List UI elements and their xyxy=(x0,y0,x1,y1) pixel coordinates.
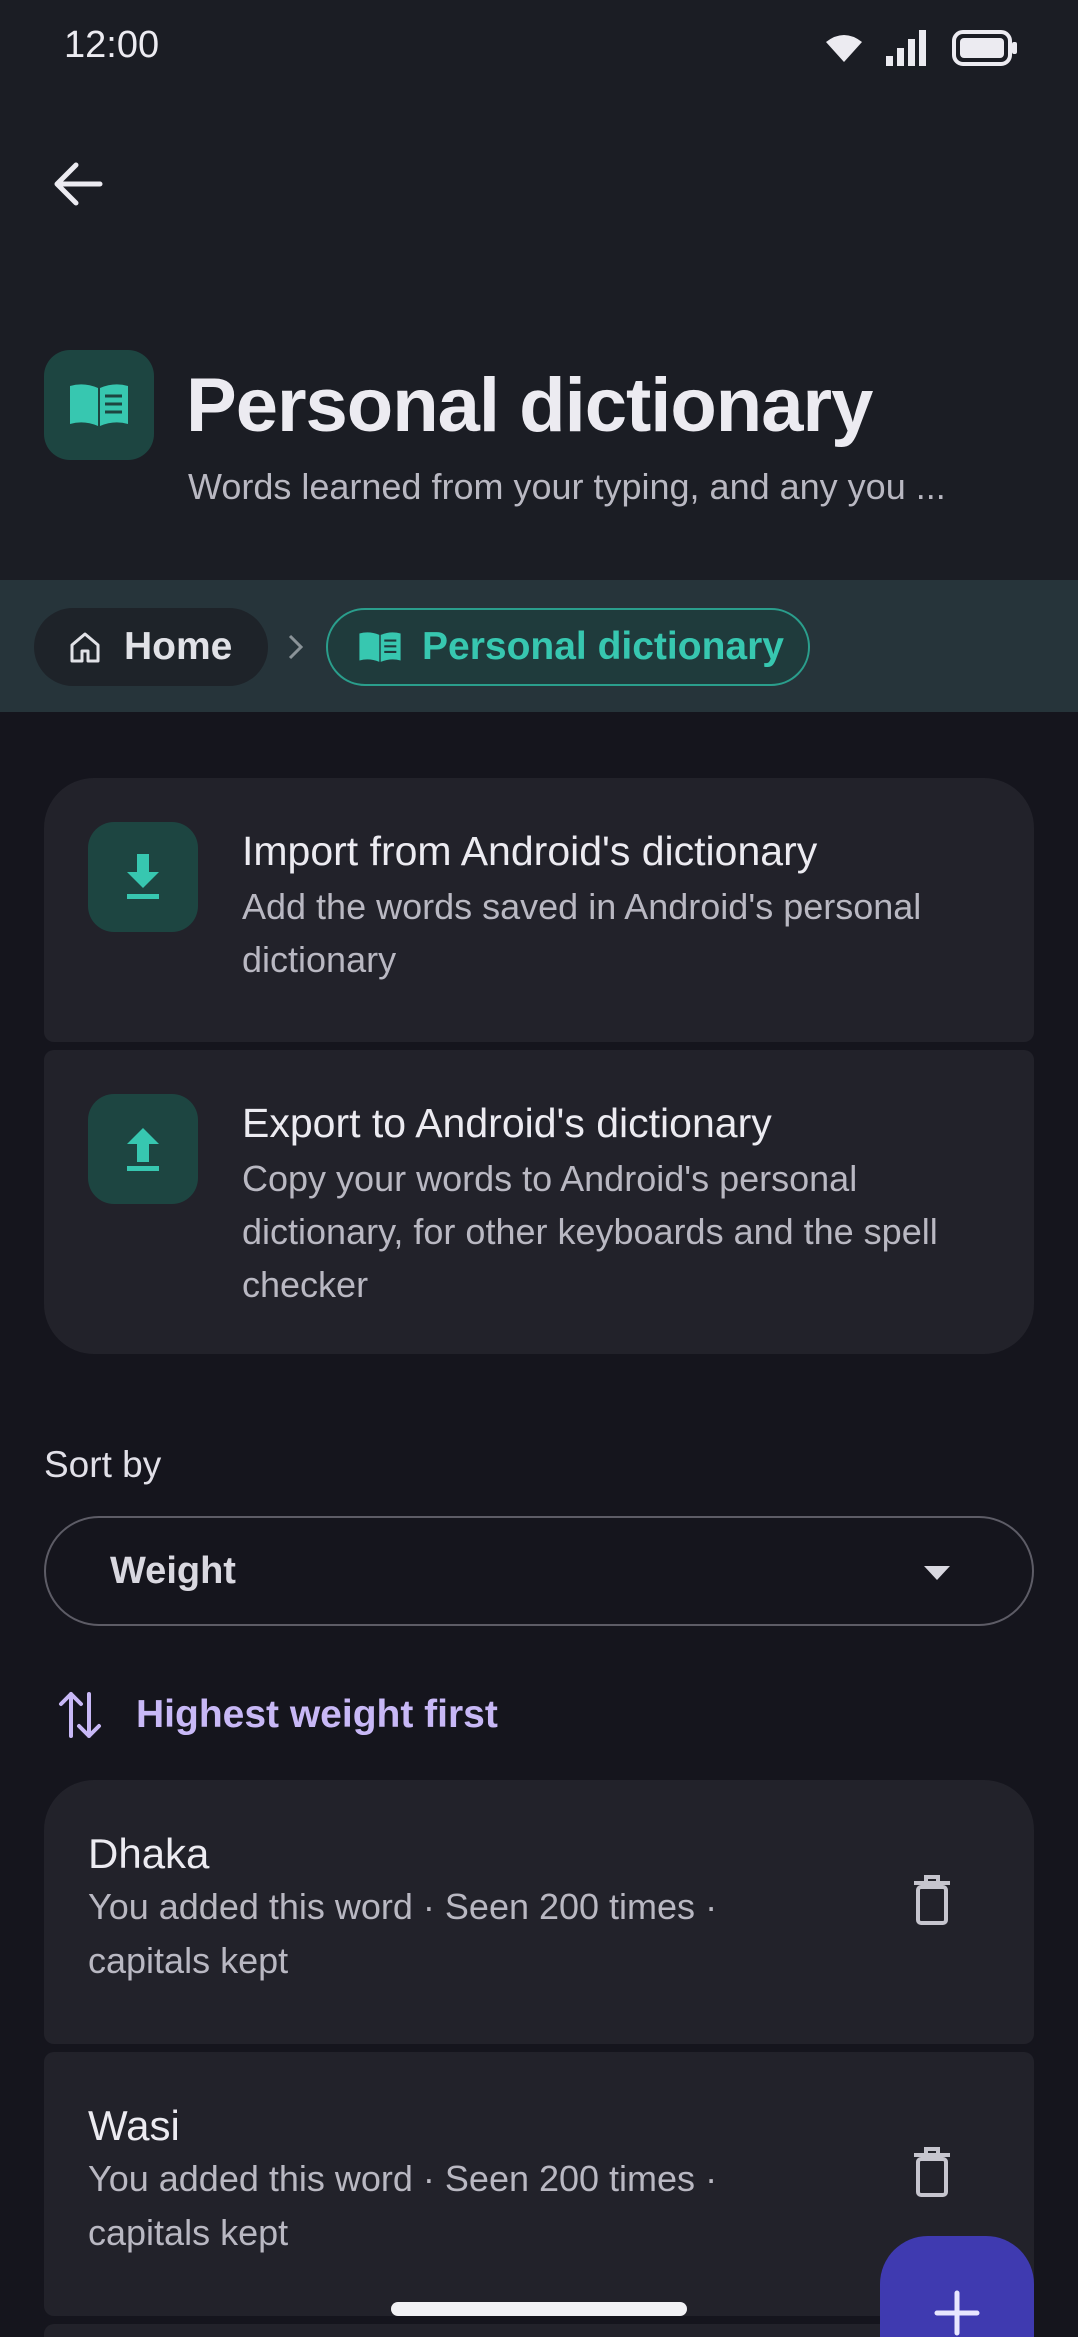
sort-by-label: Sort by xyxy=(44,1444,162,1485)
export-title: Export to Android's dictionary xyxy=(242,1100,772,1146)
breadcrumb-current-label: Personal dictionary xyxy=(422,625,784,668)
battery-icon xyxy=(952,30,1017,66)
book-icon xyxy=(70,384,128,426)
word-item-dhaka[interactable]: Dhaka You added this word · Seen 200 tim… xyxy=(44,1780,1034,2044)
import-title: Import from Android's dictionary xyxy=(242,828,818,874)
sort-by-dropdown[interactable]: Weight xyxy=(44,1516,1034,1626)
status-bar: 12:00 xyxy=(0,0,1078,100)
delete-word-button[interactable] xyxy=(902,2138,962,2208)
swap-vertical-icon xyxy=(59,1692,101,1738)
home-icon xyxy=(70,632,100,663)
wifi-icon xyxy=(826,35,862,62)
word-text: Wasi xyxy=(88,2102,180,2149)
export-card[interactable]: Export to Android's dictionary Copy your… xyxy=(44,1050,1034,1354)
export-icon-box xyxy=(88,1094,198,1204)
add-word-button[interactable] xyxy=(880,2236,1034,2337)
import-icon-box xyxy=(88,822,198,932)
breadcrumb-home[interactable]: Home xyxy=(34,608,268,686)
dropdown-arrow-icon xyxy=(924,1566,950,1580)
book-icon xyxy=(359,632,401,662)
delete-word-button[interactable] xyxy=(902,1866,962,1936)
import-card[interactable]: Import from Android's dictionary Add the… xyxy=(44,778,1034,1042)
breadcrumb-current[interactable]: Personal dictionary xyxy=(326,608,810,686)
dictionary-header-icon xyxy=(44,350,154,460)
export-description: Copy your words to Android's personal di… xyxy=(242,1158,938,1305)
sort-order-label: Highest weight first xyxy=(136,1693,498,1736)
status-time: 12:00 xyxy=(64,24,160,66)
word-text: Dhaka xyxy=(88,1830,210,1877)
chevron-right-icon xyxy=(288,634,304,660)
download-icon xyxy=(127,854,159,899)
page-subtitle: Words learned from your typing, and any … xyxy=(188,466,946,507)
word-meta: You added this word · Seen 200 times · c… xyxy=(88,2158,718,2253)
breadcrumb-home-label: Home xyxy=(124,625,233,668)
home-indicator[interactable] xyxy=(391,2302,687,2316)
import-description: Add the words saved in Android's persona… xyxy=(242,886,922,980)
trash-icon xyxy=(914,2147,950,2197)
upload-icon xyxy=(127,1128,159,1171)
word-meta: You added this word · Seen 200 times · c… xyxy=(88,1886,718,1981)
page-title: Personal dictionary xyxy=(186,363,873,448)
trash-icon xyxy=(914,1875,950,1925)
status-icons xyxy=(824,30,1018,66)
sort-by-value: Weight xyxy=(110,1550,236,1592)
plus-icon xyxy=(934,2290,980,2336)
signal-icon xyxy=(886,30,926,66)
sort-order-toggle[interactable]: Highest weight first xyxy=(58,1680,498,1750)
arrow-back-icon xyxy=(54,162,103,206)
back-button[interactable] xyxy=(38,148,118,220)
